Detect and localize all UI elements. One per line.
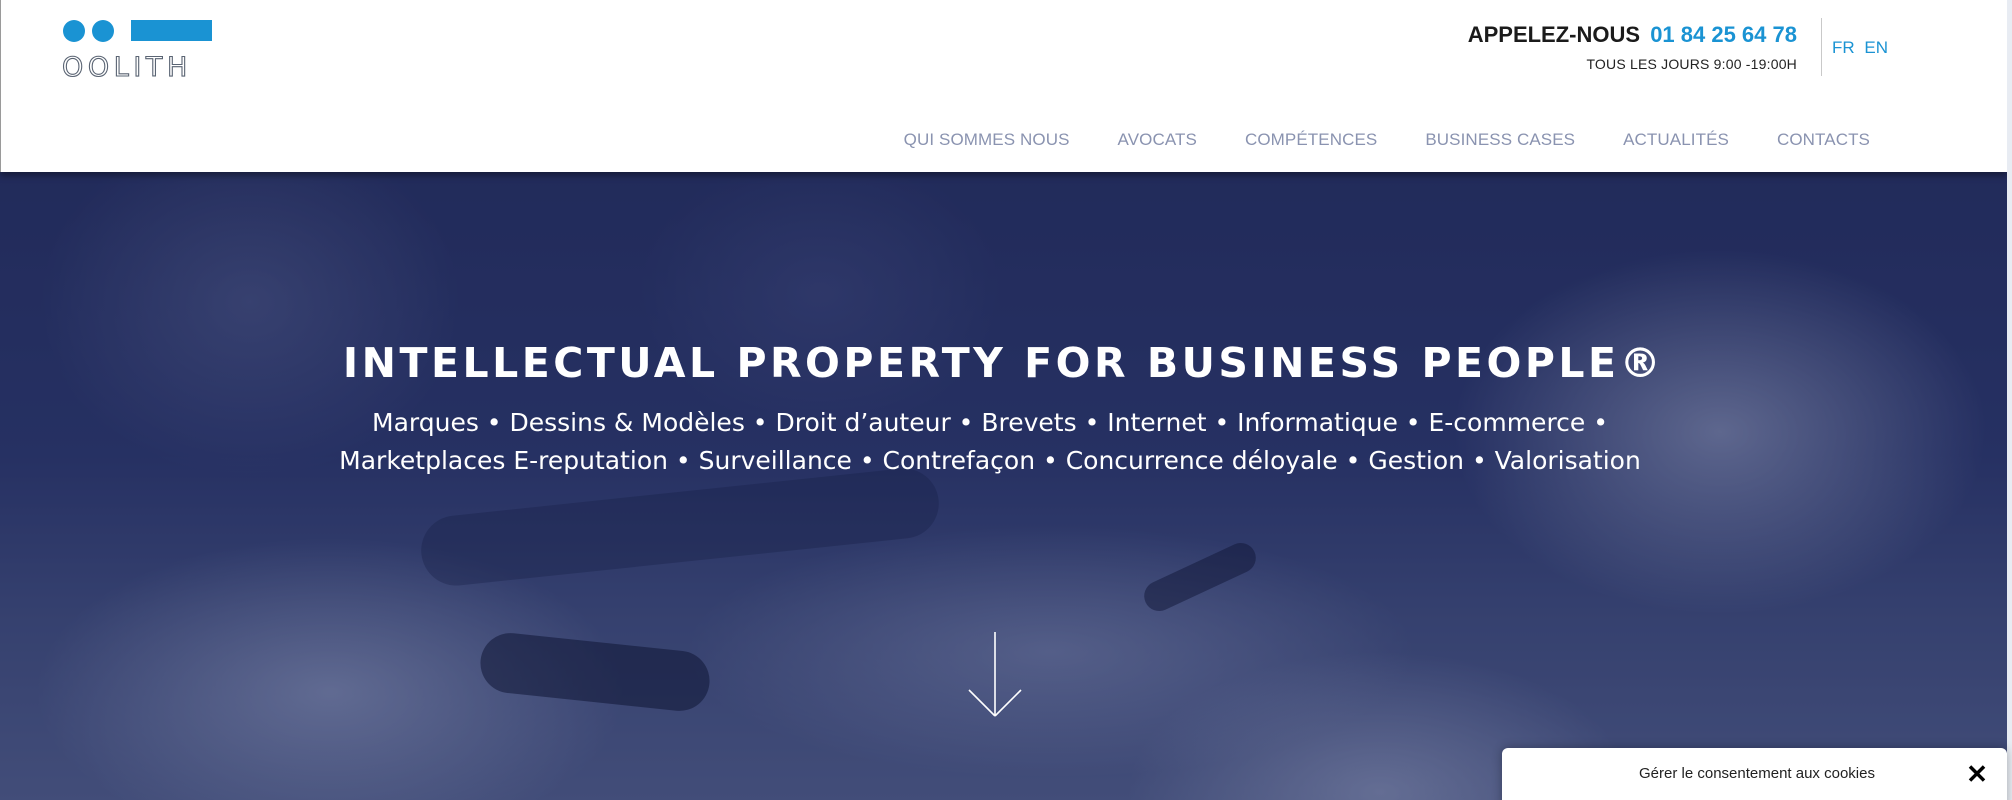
language-switcher: FR EN — [1832, 38, 1893, 58]
scrollbar-track[interactable] — [2007, 0, 2012, 800]
hero-practice-areas: Marques • Dessins & Modèles • Droit d’au… — [339, 408, 1641, 475]
site-header: OOLITH APPELEZ-NOUS 01 84 25 64 78 TOUS … — [0, 0, 2007, 172]
cookie-consent-panel: Gérer le consentement aux cookies ✕ — [1502, 748, 2007, 800]
logo[interactable]: OOLITH — [62, 20, 212, 78]
language-en[interactable]: EN — [1864, 38, 1888, 57]
opening-hours: TOUS LES JOURS 9:00 -19:00H — [1586, 56, 1797, 72]
main-nav: QUI SOMMES NOUS AVOCATS COMPÉTENCES BUSI… — [856, 130, 1870, 150]
hero-title: INTELLECTUAL PROPERTY FOR BUSINESS PEOPL… — [342, 339, 1665, 387]
nav-item-contacts[interactable]: CONTACTS — [1777, 130, 1870, 150]
nav-item-business-cases[interactable]: BUSINESS CASES — [1425, 130, 1575, 150]
nav-item-avocats[interactable]: AVOCATS — [1118, 130, 1197, 150]
phone-link[interactable]: 01 84 25 64 78 — [1650, 22, 1797, 47]
language-divider — [1821, 18, 1822, 76]
logo-mark-icon: OOLITH — [62, 20, 212, 78]
hero-banner: INTELLECTUAL PROPERTY FOR BUSINESS PEOPL… — [0, 172, 2007, 800]
nav-item-qui-sommes-nous[interactable]: QUI SOMMES NOUS — [904, 130, 1070, 150]
arrow-down-icon[interactable] — [967, 630, 1023, 720]
call-line: APPELEZ-NOUS 01 84 25 64 78 — [1468, 22, 1797, 48]
nav-item-competences[interactable]: COMPÉTENCES — [1245, 130, 1377, 150]
cookie-consent-title: Gérer le consentement aux cookies — [1639, 765, 1875, 782]
close-icon[interactable]: ✕ — [1965, 761, 1989, 787]
logo-text: OOLITH — [62, 52, 192, 78]
language-fr[interactable]: FR — [1832, 38, 1855, 57]
contact-block: APPELEZ-NOUS 01 84 25 64 78 TOUS LES JOU… — [1468, 22, 1797, 72]
page: OOLITH APPELEZ-NOUS 01 84 25 64 78 TOUS … — [0, 0, 2012, 800]
call-label: APPELEZ-NOUS — [1467, 22, 1641, 47]
nav-item-actualites[interactable]: ACTUALITÉS — [1623, 130, 1729, 150]
